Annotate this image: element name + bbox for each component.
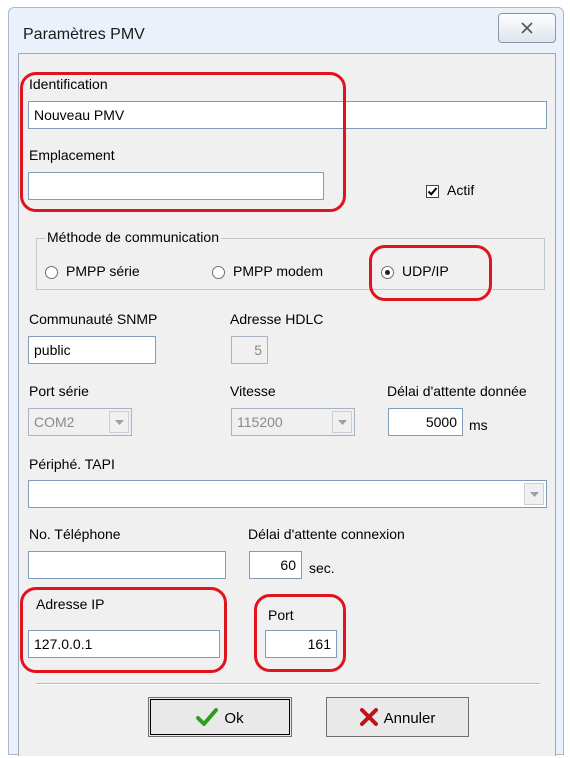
green-check-icon: [196, 708, 219, 726]
port-serie-combo[interactable]: COM2: [28, 408, 132, 436]
actif-checkbox[interactable]: [426, 185, 439, 198]
port-label: Port: [268, 607, 294, 623]
footer-separator: [36, 683, 540, 685]
cancel-button[interactable]: Annuler: [326, 697, 469, 737]
port-input[interactable]: 161: [265, 630, 337, 658]
radio-udp-ip[interactable]: [381, 266, 394, 279]
emplacement-label: Emplacement: [29, 147, 115, 163]
chevron-down-icon: [115, 420, 124, 425]
vitesse-combo[interactable]: 115200: [231, 408, 355, 436]
delai-donnee-input[interactable]: 5000: [388, 408, 463, 436]
close-button[interactable]: [498, 13, 556, 43]
red-x-icon: [359, 708, 378, 726]
dialog-client-area: Identification Nouveau PMV Emplacement A…: [18, 53, 556, 756]
delai-connexion-input[interactable]: 60: [249, 551, 302, 579]
tapi-dropdown-button[interactable]: [524, 483, 544, 505]
vitesse-value: 115200: [237, 414, 283, 430]
delai-donnee-unit: ms: [469, 417, 488, 433]
chevron-down-icon: [338, 420, 347, 425]
radio-pmpp-serie[interactable]: [45, 266, 58, 279]
checkmark-icon: [427, 187, 438, 196]
radio-pmpp-serie-label: PMPP série: [66, 263, 140, 279]
tapi-label: Périphé. TAPI: [29, 456, 115, 472]
hdlc-input[interactable]: 5: [231, 336, 268, 364]
close-x-icon: [521, 22, 533, 34]
delai-connexion-label: Délai d'attente connexion: [248, 526, 405, 542]
dialog-window: Paramètres PMV Identification Nouveau PM…: [8, 7, 564, 756]
tapi-combo[interactable]: [28, 480, 547, 508]
actif-label: Actif: [447, 182, 475, 198]
ok-button-label: Ok: [224, 710, 244, 727]
radio-udp-ip-label: UDP/IP: [402, 263, 449, 279]
window-title: Paramètres PMV: [23, 26, 145, 43]
communication-group-label: Méthode de communication: [45, 229, 221, 245]
radio-pmpp-modem[interactable]: [212, 266, 225, 279]
vitesse-label: Vitesse: [230, 383, 276, 399]
hdlc-label: Adresse HDLC: [230, 311, 324, 327]
cancel-button-label: Annuler: [383, 710, 436, 727]
port-serie-value: COM2: [34, 414, 75, 430]
ok-button[interactable]: Ok: [148, 697, 292, 737]
identification-input[interactable]: Nouveau PMV: [28, 101, 547, 129]
delai-connexion-unit: sec.: [309, 560, 335, 576]
vitesse-dropdown-button[interactable]: [332, 411, 352, 433]
adresse-ip-input[interactable]: 127.0.0.1: [28, 630, 220, 658]
delai-donnee-label: Délai d'attente donnée: [387, 383, 527, 399]
chevron-down-icon: [530, 492, 539, 497]
port-serie-dropdown-button[interactable]: [109, 411, 129, 433]
port-serie-label: Port série: [29, 383, 89, 399]
snmp-input[interactable]: public: [28, 336, 156, 364]
snmp-label: Communauté SNMP: [29, 311, 158, 327]
adresse-ip-label: Adresse IP: [36, 596, 105, 612]
radio-pmpp-modem-label: PMPP modem: [233, 263, 323, 279]
telephone-label: No. Téléphone: [29, 526, 121, 542]
emplacement-input[interactable]: [28, 172, 324, 200]
telephone-input[interactable]: [28, 551, 226, 579]
identification-label: Identification: [29, 76, 108, 92]
